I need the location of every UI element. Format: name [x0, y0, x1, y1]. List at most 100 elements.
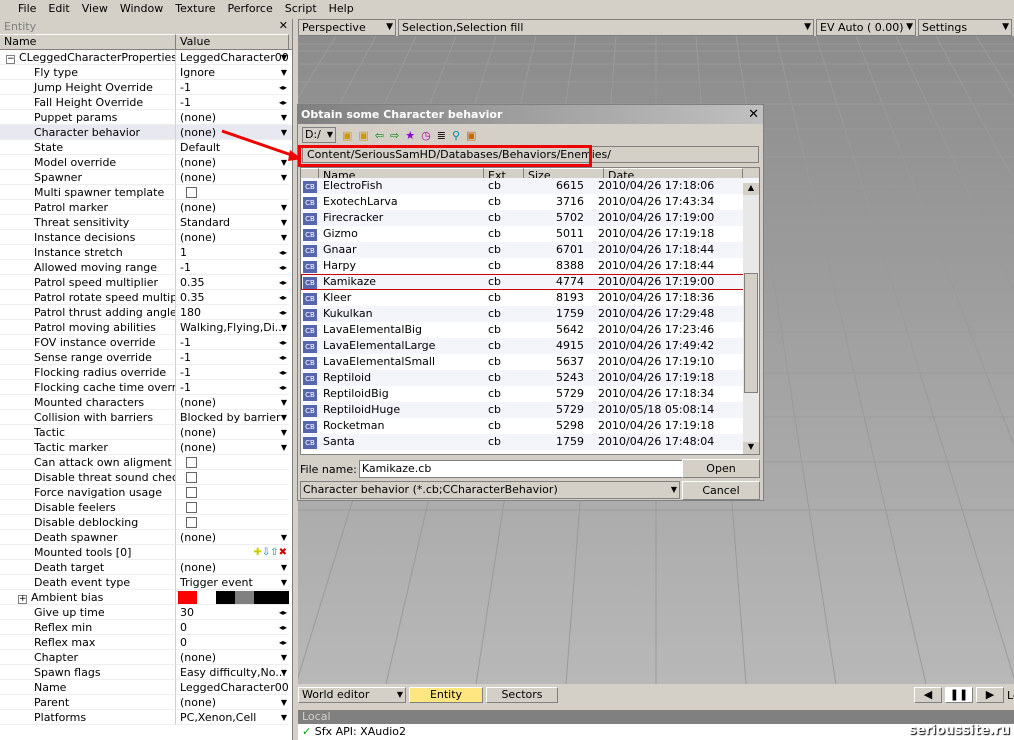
property-row[interactable]: Jump Height Override -1 ◂▸ — [0, 80, 292, 95]
play-forward-button[interactable]: ▶ — [976, 687, 1004, 703]
property-row[interactable]: Patrol marker (none) ▼ — [0, 200, 292, 215]
chevron-down-icon[interactable]: ▼ — [281, 560, 287, 574]
back-arrow-icon[interactable]: ⇦ — [375, 129, 384, 142]
chevron-down-icon[interactable]: ▼ — [281, 710, 287, 724]
color-swatch[interactable] — [197, 591, 216, 604]
delete-icon[interactable]: ✖ — [279, 547, 287, 558]
file-row[interactable]: CB ReptiloidHuge cb 5729 2010/05/18 05:08:14 — [301, 402, 759, 418]
property-value[interactable]: PC,Xenon,Cell ▼ — [176, 710, 289, 725]
property-row[interactable]: State Default — [0, 140, 292, 155]
spin-arrows-icon[interactable]: ◂▸ — [279, 380, 287, 394]
menu-item-window[interactable]: Window — [114, 0, 169, 18]
property-value[interactable]: Default — [176, 140, 289, 155]
color-swatch[interactable] — [235, 591, 254, 604]
folder-up-icon[interactable]: ▣ — [358, 129, 368, 142]
property-value[interactable] — [176, 485, 289, 500]
property-row[interactable]: Patrol rotate speed multiplier 0.35 ◂▸ — [0, 290, 292, 305]
color-swatch[interactable] — [273, 591, 289, 604]
chevron-down-icon[interactable]: ▼ — [281, 110, 287, 124]
property-value[interactable]: (none) ▼ — [176, 170, 289, 185]
chevron-down-icon[interactable]: ▼ — [281, 530, 287, 544]
file-row[interactable]: CB Harpy cb 8388 2010/04/26 17:18:44 — [301, 258, 759, 274]
property-value[interactable]: (none) ▼ — [176, 695, 289, 710]
spin-arrows-icon[interactable]: ◂▸ — [279, 350, 287, 364]
chevron-down-icon[interactable]: ▼ — [281, 395, 287, 409]
property-row[interactable]: Disable threat sound check — [0, 470, 292, 485]
property-row[interactable]: Sense range override -1 ◂▸ — [0, 350, 292, 365]
spin-arrows-icon[interactable]: ◂▸ — [279, 80, 287, 94]
add-icon[interactable]: ✚ — [253, 547, 261, 558]
file-row[interactable]: CB Kamikaze cb 4774 2010/04/26 17:19:00 — [301, 274, 759, 290]
checkbox[interactable] — [186, 487, 197, 498]
property-value[interactable]: (none) ▼ — [176, 425, 289, 440]
move-up-icon[interactable]: ⇧ — [270, 547, 278, 558]
property-value[interactable]: Trigger event ▼ — [176, 575, 289, 590]
chevron-down-icon[interactable]: ▼ — [281, 200, 287, 214]
property-row[interactable]: Reflex max 0 ◂▸ — [0, 635, 292, 650]
property-row[interactable]: Allowed moving range -1 ◂▸ — [0, 260, 292, 275]
forward-arrow-icon[interactable]: ⇨ — [390, 129, 399, 142]
spin-arrows-icon[interactable]: ◂▸ — [279, 95, 287, 109]
property-row[interactable]: Name LeggedCharacter001 — [0, 680, 292, 695]
property-value[interactable] — [176, 515, 289, 530]
list-view-icon[interactable]: ≣ — [437, 129, 446, 142]
property-value[interactable]: LeggedCharacter001 (c▼ — [176, 50, 289, 65]
file-row[interactable]: CB Kleer cb 8193 2010/04/26 17:18:36 — [301, 290, 759, 306]
property-row[interactable]: Tactic (none) ▼ — [0, 425, 292, 440]
file-row[interactable]: CB LavaElementalBig cb 5642 2010/04/26 17:23… — [301, 322, 759, 338]
property-row[interactable]: Instance decisions (none) ▼ — [0, 230, 292, 245]
file-row[interactable]: CB ElectroFish cb 6615 2010/04/26 17:18:06 — [301, 178, 759, 194]
chevron-down-icon[interactable]: ▼ — [281, 695, 287, 709]
color-swatch[interactable] — [254, 591, 273, 604]
file-list[interactable]: Name Ext Size Date CB ElectroFish cb 6615 20… — [300, 167, 760, 455]
spin-arrows-icon[interactable]: ◂▸ — [279, 365, 287, 379]
property-row[interactable]: Reflex min 0 ◂▸ — [0, 620, 292, 635]
property-value[interactable]: ✚⇩⇧✖ — [176, 545, 289, 560]
file-row[interactable]: CB ReptiloidBig cb 5729 2010/04/26 17:18:34 — [301, 386, 759, 402]
menu-item-texture[interactable]: Texture — [169, 0, 221, 18]
property-row[interactable]: Fall Height Override -1 ◂▸ — [0, 95, 292, 110]
drive-dropdown[interactable]: D:/ ▼ — [302, 127, 336, 143]
move-down-icon[interactable]: ⇩ — [262, 547, 270, 558]
chevron-down-icon[interactable]: ▼ — [281, 650, 287, 664]
file-row[interactable]: CB Reptiloid cb 5243 2010/04/26 17:19:18 — [301, 370, 759, 386]
chevron-down-icon[interactable]: ▼ — [281, 155, 287, 169]
property-value[interactable] — [176, 590, 289, 605]
property-row[interactable]: Threat sensitivity Standard ▼ — [0, 215, 292, 230]
chevron-down-icon[interactable]: ▼ — [281, 170, 287, 184]
property-value[interactable]: (none) ▼ — [176, 560, 289, 575]
menu-item-edit[interactable]: Edit — [42, 0, 75, 18]
file-row[interactable]: CB Gizmo cb 5011 2010/04/26 17:19:18 — [301, 226, 759, 242]
file-name-input[interactable]: Kamikaze.cb — [358, 460, 687, 478]
spin-arrows-icon[interactable]: ◂▸ — [279, 305, 287, 319]
chevron-down-icon[interactable]: ▼ — [281, 50, 287, 64]
scroll-thumb[interactable] — [744, 273, 758, 393]
property-value[interactable] — [176, 455, 289, 470]
property-row[interactable]: Character behavior (none) ▼ — [0, 125, 292, 140]
color-swatch[interactable] — [178, 591, 197, 604]
property-row[interactable]: Parent (none) ▼ — [0, 695, 292, 710]
property-row[interactable]: Tactic marker (none) ▼ — [0, 440, 292, 455]
property-row[interactable]: Puppet params (none) ▼ — [0, 110, 292, 125]
property-row[interactable]: Death target (none) ▼ — [0, 560, 292, 575]
spin-arrows-icon[interactable]: ◂▸ — [279, 605, 287, 619]
property-value[interactable]: (none) ▼ — [176, 110, 289, 125]
file-row[interactable]: CB Firecracker cb 5702 2010/04/26 17:19:00 — [301, 210, 759, 226]
property-row[interactable]: Fly type Ignore ▼ — [0, 65, 292, 80]
property-row[interactable]: Multi spawner template — [0, 185, 292, 200]
cancel-button[interactable]: Cancel — [682, 481, 760, 500]
spin-arrows-icon[interactable]: ◂▸ — [279, 335, 287, 349]
spin-arrows-icon[interactable]: ◂▸ — [279, 260, 287, 274]
property-value[interactable]: -1 ◂▸ — [176, 350, 289, 365]
file-filter-dropdown[interactable]: Character behavior (*.cb;CCharacterBehav… — [300, 481, 680, 499]
property-row[interactable]: Can attack own aligment — [0, 455, 292, 470]
property-row[interactable]: Disable deblocking — [0, 515, 292, 530]
property-row[interactable]: Death event type Trigger event ▼ — [0, 575, 292, 590]
property-value[interactable]: -1 ◂▸ — [176, 80, 289, 95]
property-value[interactable]: (none) ▼ — [176, 200, 289, 215]
property-value[interactable]: 30 ◂▸ — [176, 605, 289, 620]
property-row[interactable]: − CLeggedCharacterProperties LeggedCharact… — [0, 50, 292, 65]
spin-arrows-icon[interactable]: ◂▸ — [279, 620, 287, 634]
chevron-down-icon[interactable]: ▼ — [281, 665, 287, 679]
spin-arrows-icon[interactable]: ◂▸ — [279, 245, 287, 259]
